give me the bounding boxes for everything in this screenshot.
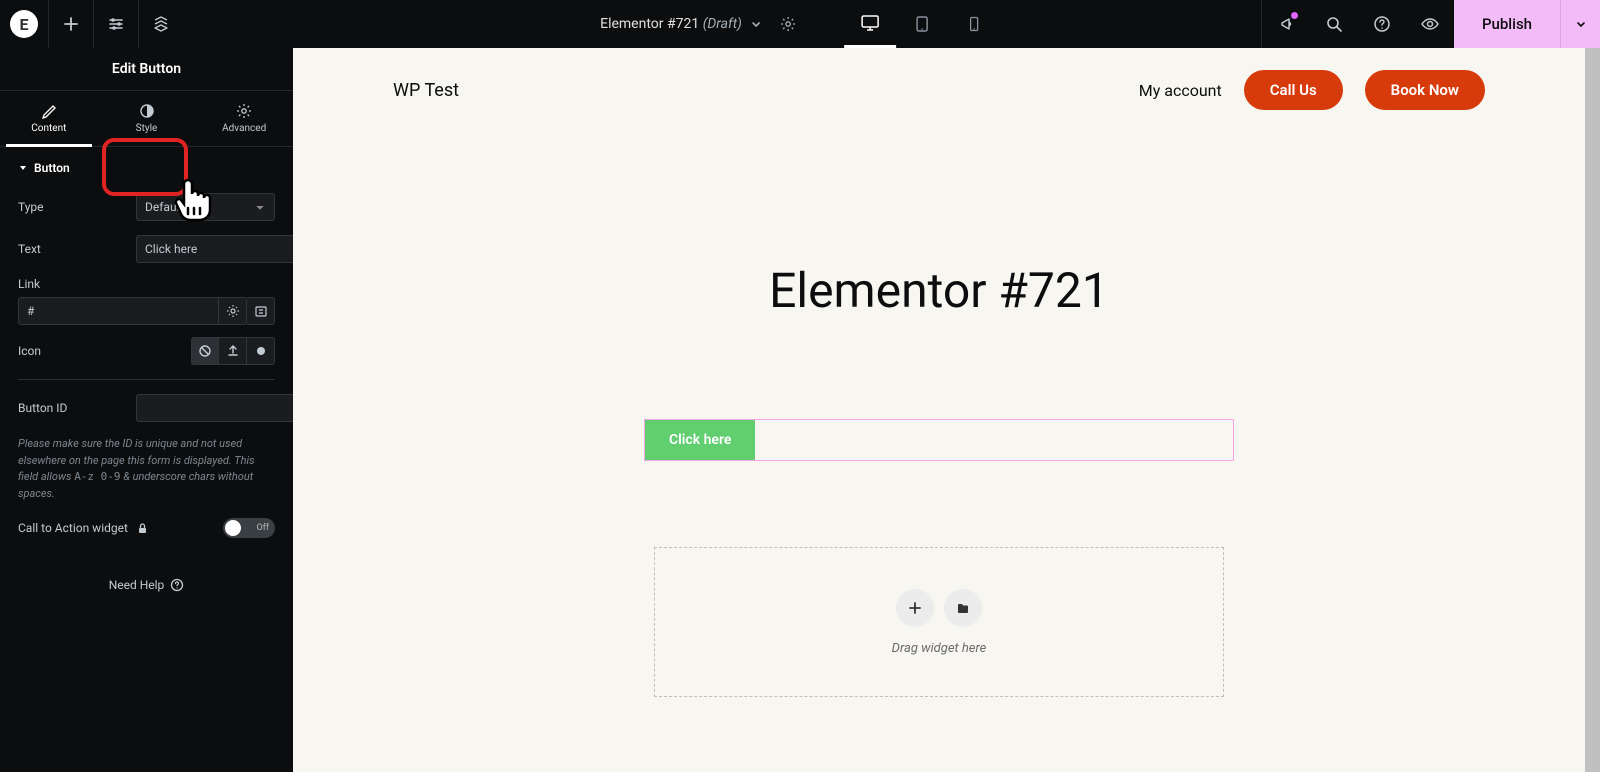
preview-button[interactable] [1406, 0, 1454, 48]
link-dynamic-button[interactable] [247, 297, 275, 325]
tab-content-label: Content [31, 123, 66, 134]
label-link: Link [18, 277, 275, 291]
label-cta: Call to Action widget [18, 521, 128, 535]
add-section-button[interactable] [896, 589, 934, 627]
icon-library-button[interactable] [247, 337, 275, 365]
add-element-button[interactable] [49, 0, 93, 48]
tab-style-label: Style [136, 123, 158, 134]
icon-none-button[interactable] [191, 337, 219, 365]
document-title: Elementor #721 (Draft) [600, 16, 742, 32]
icon-choices [191, 337, 275, 365]
tab-style[interactable]: Style [98, 91, 196, 146]
elementor-logo-icon: E [10, 10, 38, 38]
desktop-view-button[interactable] [844, 0, 896, 48]
label-type: Type [18, 200, 136, 214]
elementor-logo[interactable]: E [0, 0, 48, 48]
controls: Type Default Text Link [0, 189, 293, 550]
link-options-button[interactable] [219, 297, 247, 325]
nav-book-now-button[interactable]: Book Now [1365, 70, 1485, 110]
tab-advanced-label: Advanced [222, 123, 266, 134]
drop-zone-text: Drag widget here [892, 641, 987, 656]
lock-icon [136, 522, 149, 535]
edit-widget-title: Edit Button [0, 48, 293, 91]
tab-content[interactable]: Content [0, 91, 98, 146]
drop-zone[interactable]: Drag widget here [654, 547, 1224, 697]
label-text: Text [18, 242, 136, 256]
editor-canvas[interactable]: WP Test My account Call Us Book Now Elem… [293, 48, 1585, 772]
label-button-id: Button ID [18, 401, 136, 415]
icon-upload-button[interactable] [219, 337, 247, 365]
help-button[interactable] [1358, 0, 1406, 48]
button-id-input[interactable] [136, 394, 310, 422]
toggle-knob [225, 520, 241, 536]
site-name: WP Test [393, 80, 459, 101]
type-select[interactable]: Default [136, 193, 275, 221]
canvas-wrap: WP Test My account Call Us Book Now Elem… [293, 48, 1600, 772]
publish-button[interactable]: Publish [1454, 0, 1560, 48]
tab-advanced[interactable]: Advanced [195, 91, 293, 146]
notifications-button[interactable] [1262, 0, 1310, 48]
button-widget-preview[interactable]: Click here [645, 420, 755, 460]
topbar-left: E [0, 0, 183, 48]
template-library-button[interactable] [944, 589, 982, 627]
notification-dot [1291, 12, 1298, 19]
text-input[interactable] [136, 235, 310, 263]
editor-sidebar: Edit Button Content Style Advanced Butto… [0, 48, 293, 772]
label-icon: Icon [18, 344, 136, 358]
responsive-switcher [844, 0, 1000, 48]
editor-tabs: Content Style Advanced [0, 91, 293, 147]
need-help-link[interactable]: Need Help [0, 550, 293, 620]
hero-title: Elementor #721 [293, 262, 1585, 319]
button-widget-selected[interactable]: Click here [644, 419, 1234, 461]
tablet-view-button[interactable] [896, 0, 948, 48]
mobile-view-button[interactable] [948, 0, 1000, 48]
finder-button[interactable] [1310, 0, 1358, 48]
section-button-label: Button [34, 161, 70, 175]
nav-my-account[interactable]: My account [1139, 81, 1222, 100]
site-nav: My account Call Us Book Now [1139, 70, 1485, 110]
topbar-center: Elementor #721 (Draft) [600, 0, 1000, 48]
topbar-right: Publish [1261, 0, 1600, 48]
nav-call-us-button[interactable]: Call Us [1244, 70, 1343, 110]
canvas-scrollbar[interactable] [1585, 48, 1600, 772]
button-id-help: Please make sure the ID is unique and no… [18, 436, 275, 502]
page-settings-icon[interactable] [780, 16, 796, 32]
topbar: E Elementor #721 (Draft) [0, 0, 1600, 48]
structure-button[interactable] [139, 0, 183, 48]
site-settings-button[interactable] [94, 0, 138, 48]
site-header: WP Test My account Call Us Book Now [293, 48, 1585, 132]
link-input[interactable] [18, 297, 219, 325]
publish-dropdown[interactable] [1560, 0, 1600, 48]
cta-toggle[interactable]: Off [223, 518, 275, 538]
toggle-label: Off [257, 523, 269, 533]
section-button-toggle[interactable]: Button [0, 147, 293, 189]
chevron-down-icon[interactable] [750, 18, 762, 30]
